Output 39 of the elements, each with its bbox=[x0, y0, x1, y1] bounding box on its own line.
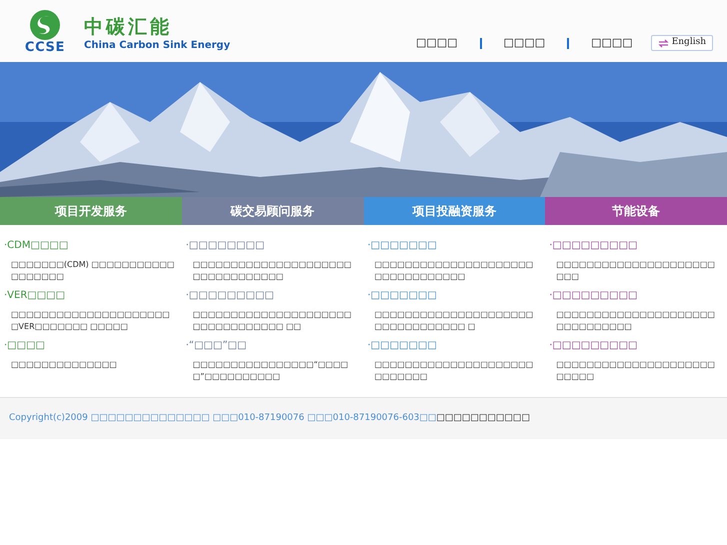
section-link[interactable]: ·□□□□□□□ bbox=[368, 289, 540, 303]
section-description: □□□□□□□□□□□□□□□□□□□□□□□□□□□□□□□□□ bbox=[374, 259, 534, 283]
copyright-text: Copyright(c)2009 □□□□□□□□□□□□□□ □□□010-87190076 □□□010-87190076-603□□ bbox=[9, 412, 436, 425]
section-link[interactable]: ·□□□□□□□□□ bbox=[186, 289, 358, 303]
section-description: □□□□□□□□□□□□□□□□□□□□□□□□□□□□ bbox=[374, 359, 534, 383]
section-link[interactable]: ·VER□□□□ bbox=[4, 289, 176, 303]
nav-link[interactable]: □□□□ bbox=[416, 34, 458, 52]
section-description: □□□□□□□□□□□□□□□□□□□□□□□□□□□□□□□□□ □ bbox=[374, 309, 534, 333]
service-tab[interactable]: 项目投融资服务 bbox=[364, 197, 546, 225]
section-description: □□□□□□□□□□□□□□□□□□□□□□□□ bbox=[555, 259, 716, 283]
section-description: □□□□□□□□□□□□□□ bbox=[10, 359, 118, 371]
section-description: □□□□□□□□□□□□□□□□□□□□□□VER□□□□□□□ □□□□□ bbox=[10, 309, 171, 333]
section-description: □□□□□□□□□□□□□□□□□□□□□□□□□□□□□□□ bbox=[555, 309, 716, 333]
section-link[interactable]: ·□□□□□□□ bbox=[368, 339, 540, 353]
section-description: □□□□□□□□□□□□□□□□□□□□□□□□□□□□□□□□□ □□ bbox=[192, 309, 352, 333]
swap-arrows-icon bbox=[658, 38, 669, 48]
section-link[interactable]: ·□□□□□□□ bbox=[368, 239, 540, 253]
section-description: □□□□□□□□□□□□□□□□□□□□□□□□□□□□□□□□□ bbox=[192, 259, 352, 283]
section-link[interactable]: ·□□□□□□□□ bbox=[186, 239, 358, 253]
section-link[interactable]: ·□□□□□□□□□ bbox=[549, 289, 721, 303]
section-link[interactable]: ·“□□□”□□ bbox=[186, 339, 358, 353]
section-link[interactable]: ·CDM□□□□ bbox=[4, 239, 176, 253]
section-link[interactable]: ·□□□□□□□□□ bbox=[549, 239, 721, 253]
logo-mark: CCSE bbox=[24, 40, 66, 54]
section-description: □□□□□□□□□□□□□□□□“□□□□□”□□□□□□□□□□ bbox=[192, 359, 350, 383]
nav-link[interactable]: □□□□ bbox=[591, 34, 633, 52]
leaf-logo-icon bbox=[27, 8, 63, 40]
section-description: □□□□□□□□□□□□□□□□□□□□□□□□□□ bbox=[555, 359, 716, 383]
section-description: □□□□□□□(CDM) □□□□□□□□□□□□□□□□□□ bbox=[10, 259, 176, 283]
service-tab[interactable]: 碳交易顾问服务 bbox=[182, 197, 364, 225]
section-link[interactable]: ·□□□□□□□□□ bbox=[549, 339, 721, 353]
logo-title: 中碳汇能 bbox=[84, 16, 173, 40]
language-button[interactable]: English bbox=[650, 35, 713, 51]
service-tab[interactable]: 节能设备 bbox=[545, 197, 727, 225]
service-tab[interactable]: 项目开发服务 bbox=[0, 197, 182, 225]
logo-subtitle: China Carbon Sink Energy bbox=[84, 40, 230, 52]
nav-link[interactable]: □□□□ bbox=[504, 34, 546, 52]
section-link[interactable]: ·□□□□ bbox=[4, 339, 176, 353]
footer-note: □□□□□□□□□□□ bbox=[436, 412, 530, 425]
